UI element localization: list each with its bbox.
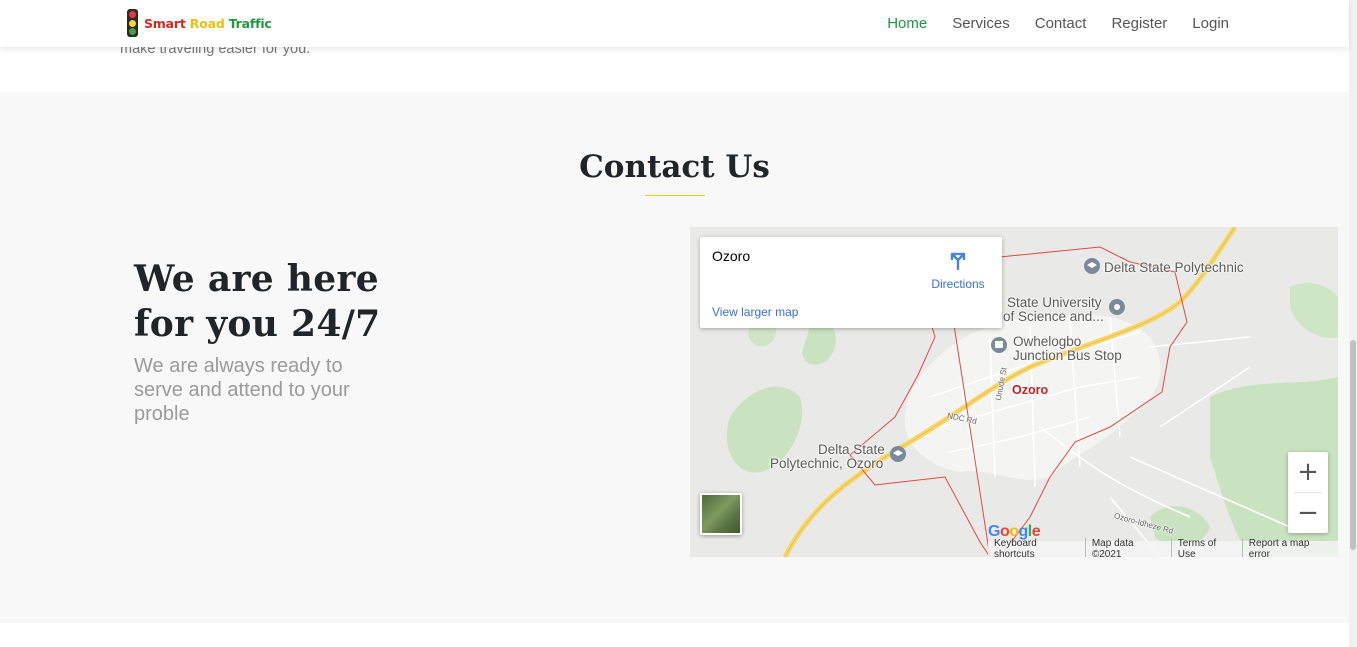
nav-contact[interactable]: Contact [1035, 15, 1087, 32]
satellite-toggle-button[interactable] [700, 493, 742, 535]
location-pin-icon[interactable] [1108, 298, 1126, 316]
map-label-owhelogbo-1[interactable]: Owhelogbo [1013, 335, 1081, 349]
map-label-owhelogbo-2[interactable]: Junction Bus Stop [1013, 349, 1122, 363]
zoom-in-button[interactable]: + [1288, 452, 1328, 492]
directions-icon [950, 252, 966, 271]
main-nav: Home Services Contact Register Login [862, 0, 1229, 47]
map-data-text: Map data ©2021 [1084, 538, 1171, 557]
traffic-light-icon [127, 9, 138, 37]
map-label-poly-ozoro-2[interactable]: Polytechnic, Ozoro [770, 457, 883, 471]
contact-section: Contact Us We are here for you 24/7 We a… [0, 92, 1349, 623]
nav-home[interactable]: Home [887, 15, 927, 32]
school-pin-icon[interactable] [1083, 257, 1101, 275]
report-map-error-link[interactable]: Report a map error [1241, 538, 1338, 557]
keyboard-shortcuts-link[interactable]: Keyboard shortcuts [988, 538, 1085, 557]
contact-subtext: We are always ready to serve and attend … [134, 355, 350, 425]
nav-login[interactable]: Login [1192, 15, 1229, 32]
map-label-delta-polytechnic[interactable]: Delta State Polytechnic [1104, 261, 1244, 275]
page-scrollbar[interactable] [1349, 0, 1357, 647]
brand-name: Smart Road Traffic [144, 15, 272, 31]
school-pin-icon[interactable] [889, 445, 907, 463]
terms-of-use-link[interactable]: Terms of Use [1170, 538, 1242, 557]
map-label-state-university-2[interactable]: of Science and... [1003, 310, 1104, 324]
embedded-map[interactable]: Delta State Polytechnic State University… [690, 227, 1338, 557]
title-underline [645, 195, 705, 196]
nav-services[interactable]: Services [952, 15, 1010, 32]
map-label-poly-ozoro-1[interactable]: Delta State [818, 443, 885, 457]
place-name: Ozoro [712, 248, 751, 264]
bus-stop-pin-icon[interactable] [990, 336, 1008, 354]
view-larger-map-link[interactable]: View larger map [712, 305, 798, 319]
brand-logo[interactable]: Smart Road Traffic [127, 9, 272, 37]
map-attribution-bar: Keyboard shortcuts Map data ©2021 Terms … [988, 538, 1338, 557]
map-info-card: Ozoro Directions View larger map [700, 237, 1002, 328]
contact-headline: We are here for you 24/7 [134, 258, 381, 345]
zoom-controls: + − [1288, 452, 1328, 533]
zoom-out-button[interactable]: − [1288, 493, 1328, 533]
directions-button[interactable]: Directions [928, 249, 988, 291]
map-label-state-university-1[interactable]: State University [1007, 296, 1102, 310]
site-header: Smart Road Traffic Home Services Contact… [0, 0, 1349, 47]
section-title: Contact Us [579, 149, 770, 185]
scrollbar-thumb[interactable] [1350, 340, 1356, 550]
map-label-ozoro[interactable]: Ozoro [1012, 383, 1048, 397]
nav-register[interactable]: Register [1111, 15, 1167, 32]
